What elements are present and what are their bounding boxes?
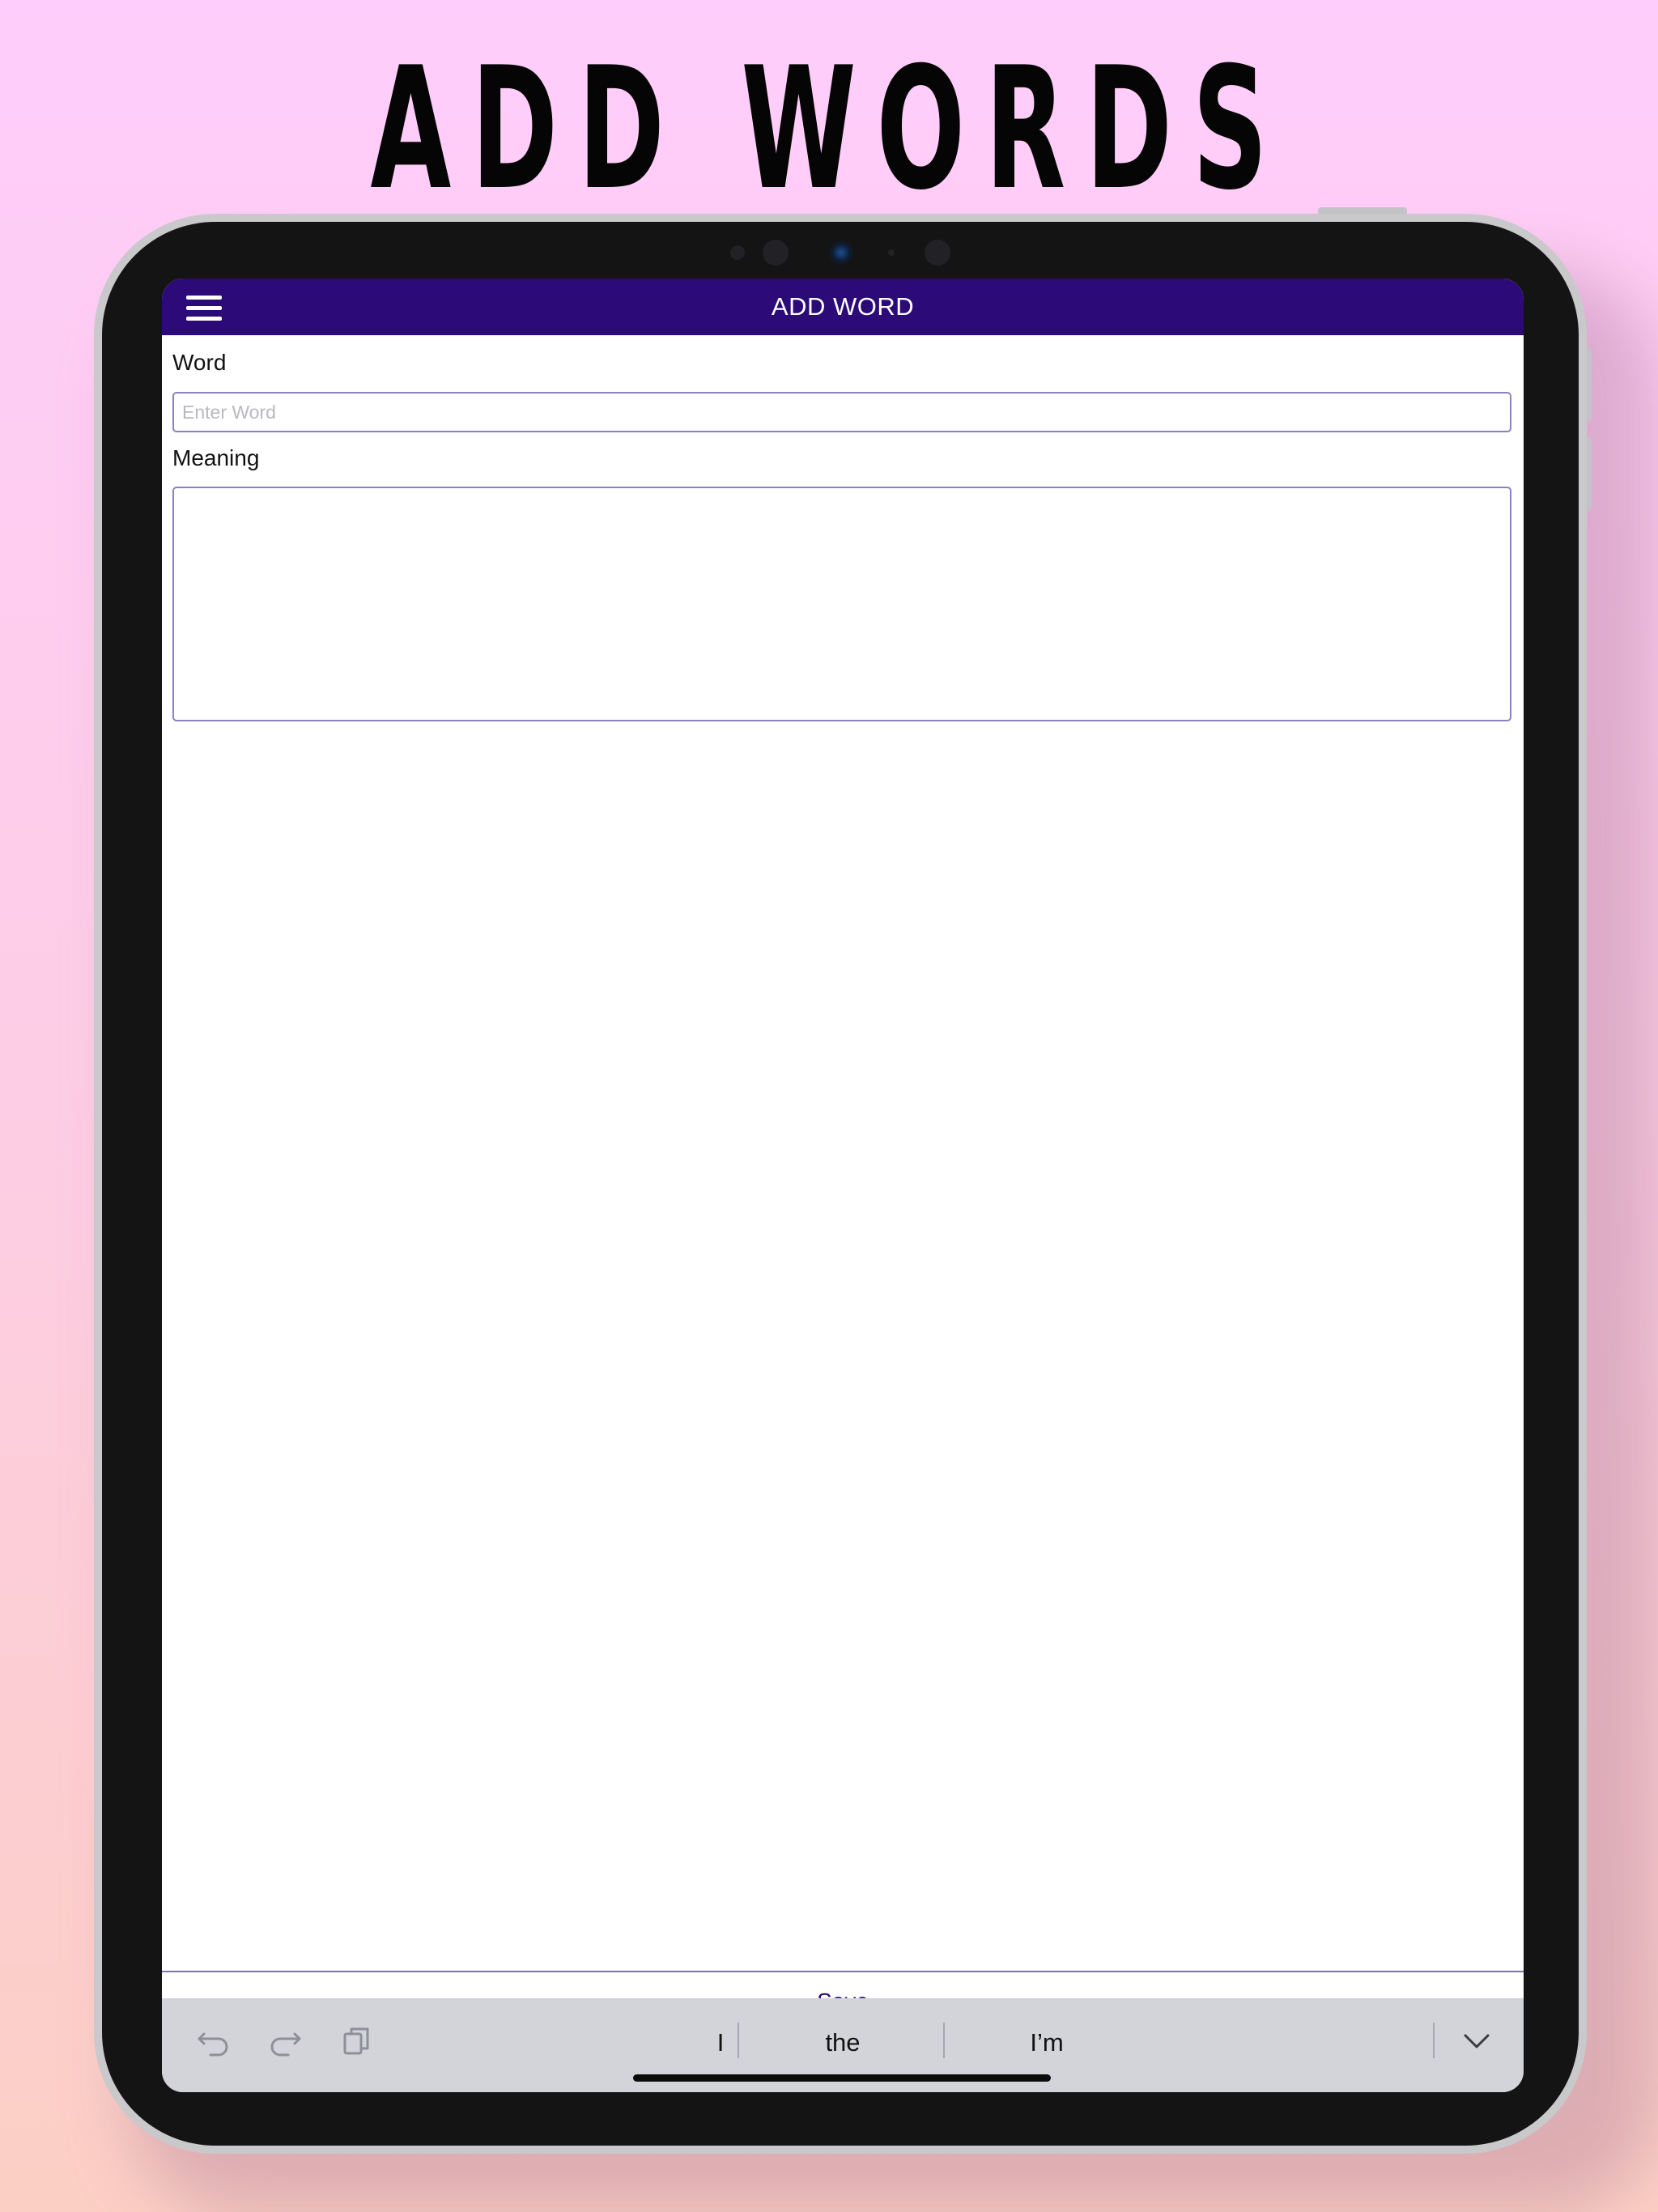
marketing-headline: ADD WORDS [370, 32, 1288, 228]
suggestion-item[interactable]: I’m [966, 2023, 1128, 2063]
sensor-icon [730, 245, 745, 260]
sensor-icon [888, 249, 895, 256]
home-indicator[interactable] [633, 2074, 1051, 2082]
save-divider [162, 1971, 1524, 1972]
app-header: ADD WORD [162, 279, 1524, 335]
word-label: Word [172, 350, 227, 375]
page-title: ADD WORD [771, 292, 915, 321]
sensor-icon [763, 240, 789, 266]
chevron-down-icon[interactable] [1459, 2023, 1494, 2058]
suggestion-item[interactable]: the [762, 2023, 924, 2063]
word-input[interactable] [172, 392, 1511, 432]
meaning-label: Meaning [172, 445, 260, 470]
sensor-icon [925, 240, 950, 266]
suggestion-divider [738, 2023, 739, 2058]
suggestion-divider [1433, 2023, 1435, 2058]
undo-icon[interactable] [196, 2023, 232, 2058]
redo-icon[interactable] [267, 2023, 303, 2058]
camera-lens-icon [830, 241, 852, 264]
suggestion-divider [943, 2023, 945, 2058]
app-screen: ADD WORD Word Meaning Save I the [162, 279, 1524, 2092]
paste-icon[interactable] [338, 2023, 374, 2058]
camera-array [0, 236, 1658, 269]
meaning-textarea[interactable] [172, 487, 1511, 721]
